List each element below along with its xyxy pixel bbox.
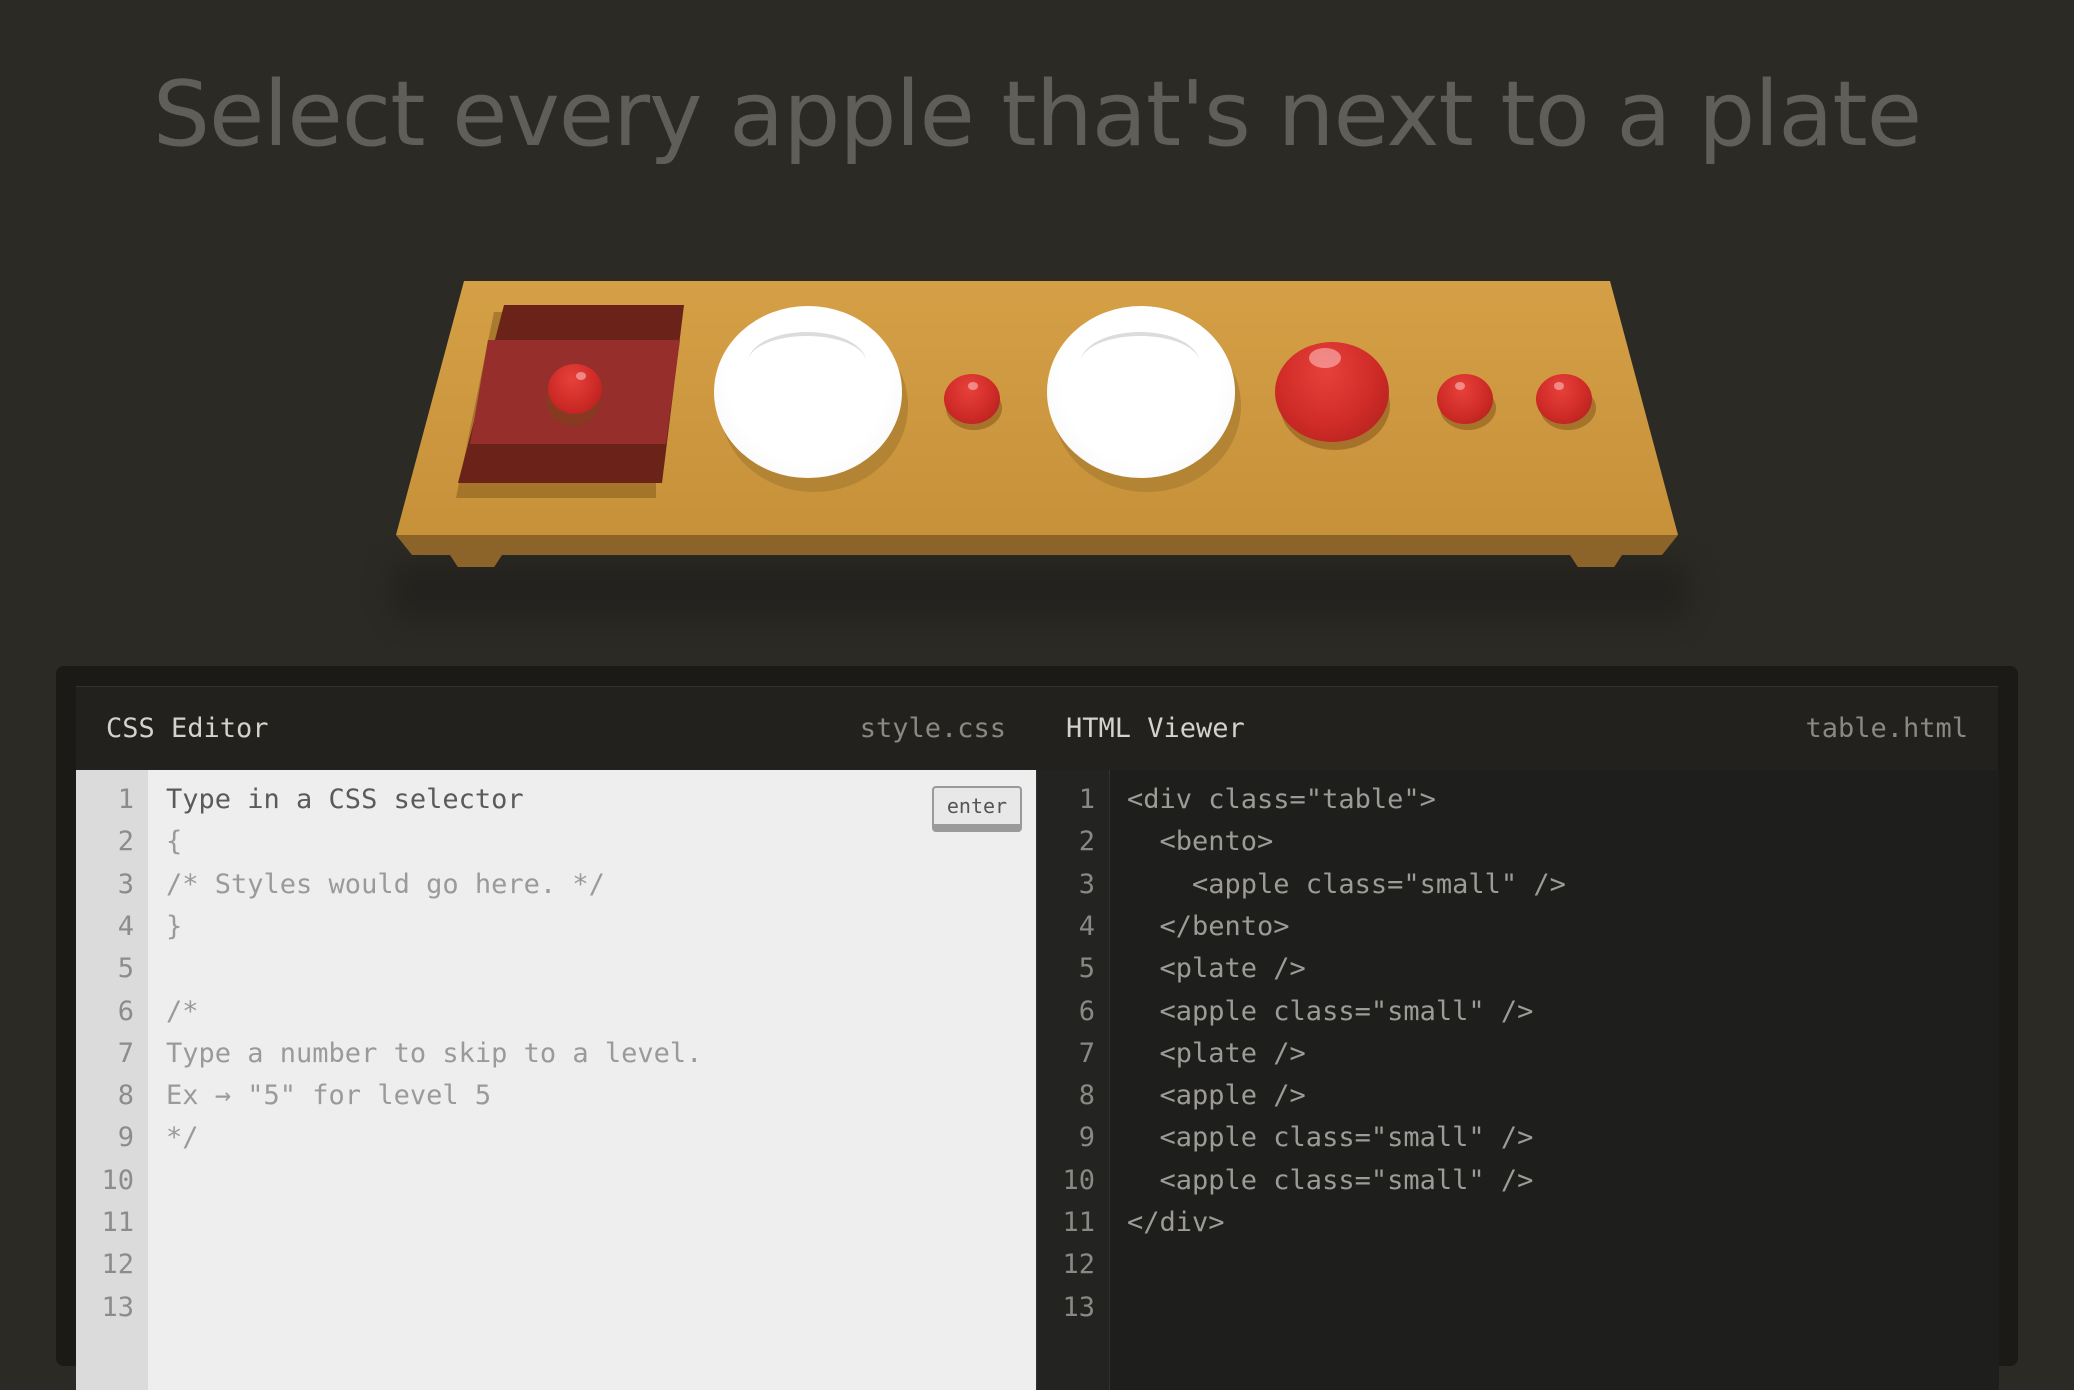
line-number: 2 <box>117 826 134 858</box>
table-leg-left <box>450 555 502 567</box>
line-number: 3 <box>117 868 134 900</box>
css-editor-header: CSS Editor style.css <box>76 686 1036 770</box>
table-shadow <box>390 560 1690 620</box>
small-apple-in-bento[interactable] <box>548 364 602 414</box>
line-number: 8 <box>117 1080 134 1112</box>
code-line: </div> <box>1127 1207 1225 1238</box>
html-viewer-panel: HTML Viewer table.html 1 2 3 4 5 6 7 8 9 10 11 12 13… <box>1036 686 1999 1390</box>
code-line: /* <box>166 995 199 1027</box>
code-line: <apple /> <box>1127 1080 1306 1112</box>
line-number: 10 <box>1062 1164 1095 1196</box>
line-number: 7 <box>117 1037 134 1069</box>
code-line: <apple class="small" /> <box>1127 1164 1534 1196</box>
html-viewer-filename: table.html <box>1805 713 1968 744</box>
html-viewer-header: HTML Viewer table.html <box>1036 686 1998 770</box>
code-line: <apple class="small" /> <box>1127 1122 1534 1154</box>
css-editor-title: CSS Editor <box>106 713 269 744</box>
css-editor-body[interactable]: 1 2 3 4 5 6 7 8 9 10 11 12 13 Type in a CSS selector… <box>76 770 1036 1390</box>
plate-2[interactable] <box>1047 306 1235 478</box>
line-number: 11 <box>101 1207 134 1238</box>
line-number: 12 <box>101 1249 134 1281</box>
html-line-gutter: 1 2 3 4 5 6 7 8 9 10 11 12 13 <box>1037 770 1110 1390</box>
css-editor-panel: CSS Editor style.css 1 2 3 4 5 6 7 8 9 10 11 12 13 T… <box>76 686 1036 1390</box>
line-number: 9 <box>117 1122 134 1154</box>
line-number: 6 <box>1078 995 1095 1027</box>
line-number: 13 <box>1062 1291 1095 1323</box>
line-number: 5 <box>1078 953 1095 985</box>
line-number: 10 <box>101 1164 134 1196</box>
game-table-scene <box>0 0 2074 640</box>
css-editor-filename: style.css <box>859 713 1006 744</box>
line-number: 1 <box>117 784 134 815</box>
code-line: /* Styles would go here. */ <box>166 868 605 900</box>
line-number: 9 <box>1078 1122 1095 1154</box>
table-leg-right <box>1570 555 1622 567</box>
small-apple-1[interactable] <box>944 374 1000 424</box>
small-apple-2[interactable] <box>1437 374 1493 424</box>
code-line: <apple class="small" /> <box>1127 868 1566 900</box>
apple-highlight <box>968 382 978 390</box>
apple-highlight <box>1554 382 1564 390</box>
apple-large[interactable] <box>1275 342 1389 442</box>
code-line: <div class="table"> <box>1127 784 1436 815</box>
code-line: Type in a CSS selector <box>166 784 524 815</box>
line-number: 3 <box>1078 868 1095 900</box>
code-line: } <box>166 910 183 942</box>
line-number: 4 <box>1078 910 1095 942</box>
line-number: 2 <box>1078 826 1095 858</box>
apple-highlight <box>576 372 586 380</box>
line-number: 7 <box>1078 1037 1095 1069</box>
table-edge <box>396 535 1678 555</box>
small-apple-3[interactable] <box>1536 374 1592 424</box>
code-line: Ex → "5" for level 5 <box>166 1080 492 1112</box>
line-number: 8 <box>1078 1080 1095 1112</box>
code-line: <plate /> <box>1127 953 1306 985</box>
line-number: 4 <box>117 910 134 942</box>
plate-1[interactable] <box>714 306 902 478</box>
html-viewer-body: 1 2 3 4 5 6 7 8 9 10 11 12 13 <div class="table"> <b… <box>1036 770 1999 1390</box>
line-number: 5 <box>117 953 134 985</box>
apple-highlight <box>1455 382 1465 390</box>
html-viewer-title: HTML Viewer <box>1066 713 1245 744</box>
code-line: { <box>166 826 183 858</box>
line-number: 6 <box>117 995 134 1027</box>
line-number: 1 <box>1078 784 1095 815</box>
css-line-gutter: 1 2 3 4 5 6 7 8 9 10 11 12 13 <box>76 770 148 1390</box>
line-number: 13 <box>101 1291 134 1323</box>
code-line: Type a number to skip to a level. <box>166 1037 703 1069</box>
code-line: <plate /> <box>1127 1037 1306 1069</box>
line-number: 11 <box>1062 1207 1095 1238</box>
code-line: <bento> <box>1127 826 1274 858</box>
code-line: */ <box>166 1122 199 1154</box>
enter-button[interactable]: enter <box>932 786 1022 832</box>
code-line: </bento> <box>1127 910 1290 942</box>
apple-highlight <box>1309 348 1341 368</box>
line-number: 12 <box>1062 1249 1095 1281</box>
code-line: <apple class="small" /> <box>1127 995 1534 1027</box>
